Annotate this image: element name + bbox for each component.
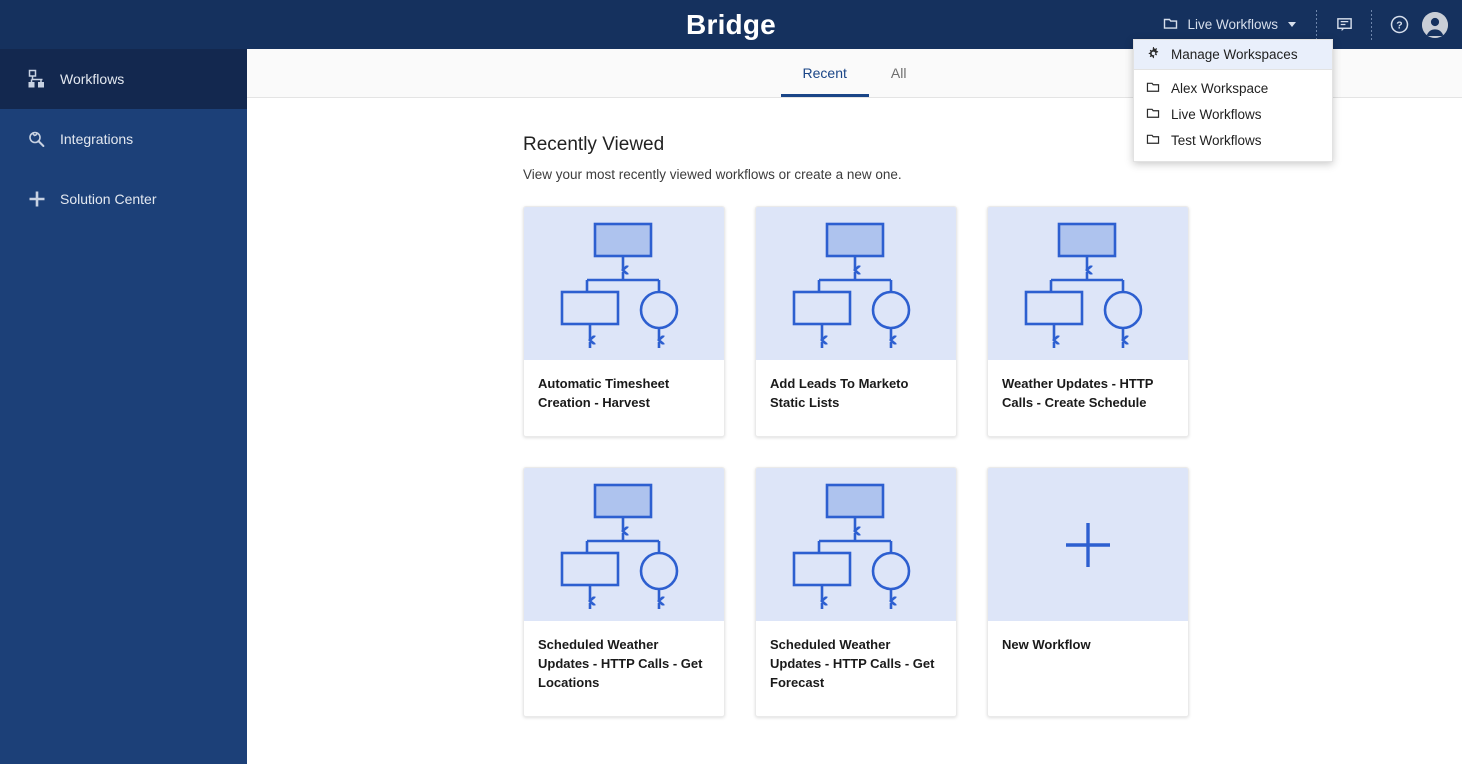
gear-icon (1146, 46, 1160, 63)
workflow-thumbnail (988, 207, 1188, 360)
workflow-card-title: Add Leads To Marketo Static Lists (770, 376, 909, 411)
workspace-folder-icon (1163, 17, 1178, 33)
app-root: Bridge Live Workflows ? Manage Workspace… (0, 0, 1462, 764)
folder-icon (1146, 81, 1160, 96)
workflow-card-title: New Workflow (1002, 637, 1091, 652)
section-subtitle: View your most recently viewed workflows… (523, 167, 902, 182)
sidebar-item-label: Solution Center (60, 191, 157, 207)
header-divider-2 (1371, 9, 1372, 40)
workflow-card[interactable]: Scheduled Weather Updates - HTTP Calls -… (755, 467, 957, 717)
plus-icon (14, 188, 60, 210)
tab-label: All (890, 64, 907, 81)
workflow-diagram-icon (560, 222, 679, 348)
workspace-list: Alex Workspace Live Workflows Test Workf… (1134, 70, 1332, 161)
workflow-card[interactable]: Weather Updates - HTTP Calls - Create Sc… (987, 206, 1189, 437)
chevron-down-icon (1288, 22, 1296, 27)
tab-recent[interactable]: Recent (780, 48, 870, 97)
sidebar-item-workflows[interactable]: Workflows (0, 49, 247, 109)
menu-item-label: Manage Workspaces (1171, 47, 1298, 62)
workflow-diagram-icon (1024, 222, 1143, 348)
workflow-diagram-icon (792, 222, 911, 348)
tab-label: Recent (802, 64, 847, 81)
sidebar-item-label: Workflows (60, 71, 125, 87)
menu-item-label: Alex Workspace (1171, 80, 1269, 96)
menu-item-workspace-alex[interactable]: Alex Workspace (1134, 75, 1332, 101)
plug-icon (14, 128, 60, 150)
workflow-card-title: Weather Updates - HTTP Calls - Create Sc… (1002, 376, 1154, 411)
sidebar-item-integrations[interactable]: Integrations (0, 109, 247, 169)
workspace-switcher-label: Live Workflows (1187, 17, 1278, 32)
new-workflow-card[interactable]: New Workflow (987, 467, 1189, 717)
user-avatar-icon[interactable] (1422, 11, 1448, 38)
sidebar-item-label: Integrations (60, 131, 134, 147)
workspace-dropdown-menu: Manage Workspaces Alex Workspace Live Wo… (1133, 39, 1333, 162)
sitemap-icon (14, 68, 60, 90)
menu-item-workspace-test[interactable]: Test Workflows (1134, 127, 1332, 153)
svg-text:?: ? (1396, 21, 1402, 32)
sidebar: Workflows Integrations Solution Center (0, 49, 247, 764)
workflow-card-grid: Automatic Timesheet Creation - Harvest A… (523, 206, 1462, 717)
workflow-thumbnail (524, 207, 724, 360)
menu-item-manage-workspaces[interactable]: Manage Workspaces (1134, 40, 1332, 69)
menu-item-workspace-live[interactable]: Live Workflows (1134, 101, 1332, 127)
header-divider-1 (1316, 9, 1317, 40)
plus-icon (1066, 522, 1110, 567)
workflow-card[interactable]: Scheduled Weather Updates - HTTP Calls -… (523, 467, 725, 717)
workflow-thumbnail (756, 468, 956, 621)
folder-icon (1146, 133, 1160, 148)
tab-all[interactable]: All (869, 48, 929, 97)
workflow-thumbnail (756, 207, 956, 360)
menu-item-label: Test Workflows (1171, 132, 1262, 148)
workflow-card[interactable]: Automatic Timesheet Creation - Harvest (523, 206, 725, 437)
workflow-card-title: Scheduled Weather Updates - HTTP Calls -… (770, 637, 935, 691)
recently-viewed-section: Recently Viewed View your most recently … (247, 98, 1462, 717)
workflow-card-title: Scheduled Weather Updates - HTTP Calls -… (538, 637, 703, 691)
workflow-card[interactable]: Add Leads To Marketo Static Lists (755, 206, 957, 437)
new-workflow-thumbnail (988, 468, 1188, 621)
workflow-thumbnail (524, 468, 724, 621)
workflow-card-title: Automatic Timesheet Creation - Harvest (538, 376, 670, 411)
sidebar-item-solution-center[interactable]: Solution Center (0, 169, 247, 229)
feedback-icon[interactable] (1327, 8, 1361, 42)
folder-icon (1146, 107, 1160, 122)
workflow-diagram-icon (560, 483, 679, 609)
help-icon[interactable]: ? (1382, 8, 1416, 42)
workflow-diagram-icon (792, 483, 911, 609)
workspace-switcher[interactable]: Live Workflows (1155, 11, 1306, 39)
menu-item-label: Live Workflows (1171, 106, 1262, 122)
